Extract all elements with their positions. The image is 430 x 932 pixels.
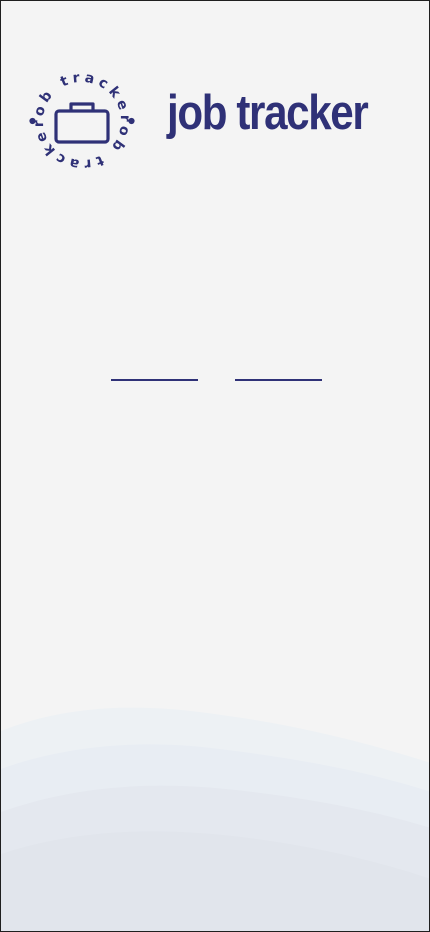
app-logo: job tracker job tracker: [23, 62, 141, 180]
decorative-waves: [1, 691, 429, 931]
briefcase-icon: [54, 102, 110, 144]
splash-screen: job tracker job tracker job tracker: [0, 0, 430, 932]
app-title: job tracker: [167, 86, 369, 140]
loading-line-right: [235, 379, 322, 381]
loading-lines: [111, 379, 322, 381]
logo-badge: job tracker job tracker: [23, 62, 135, 172]
loading-line-left: [111, 379, 198, 381]
